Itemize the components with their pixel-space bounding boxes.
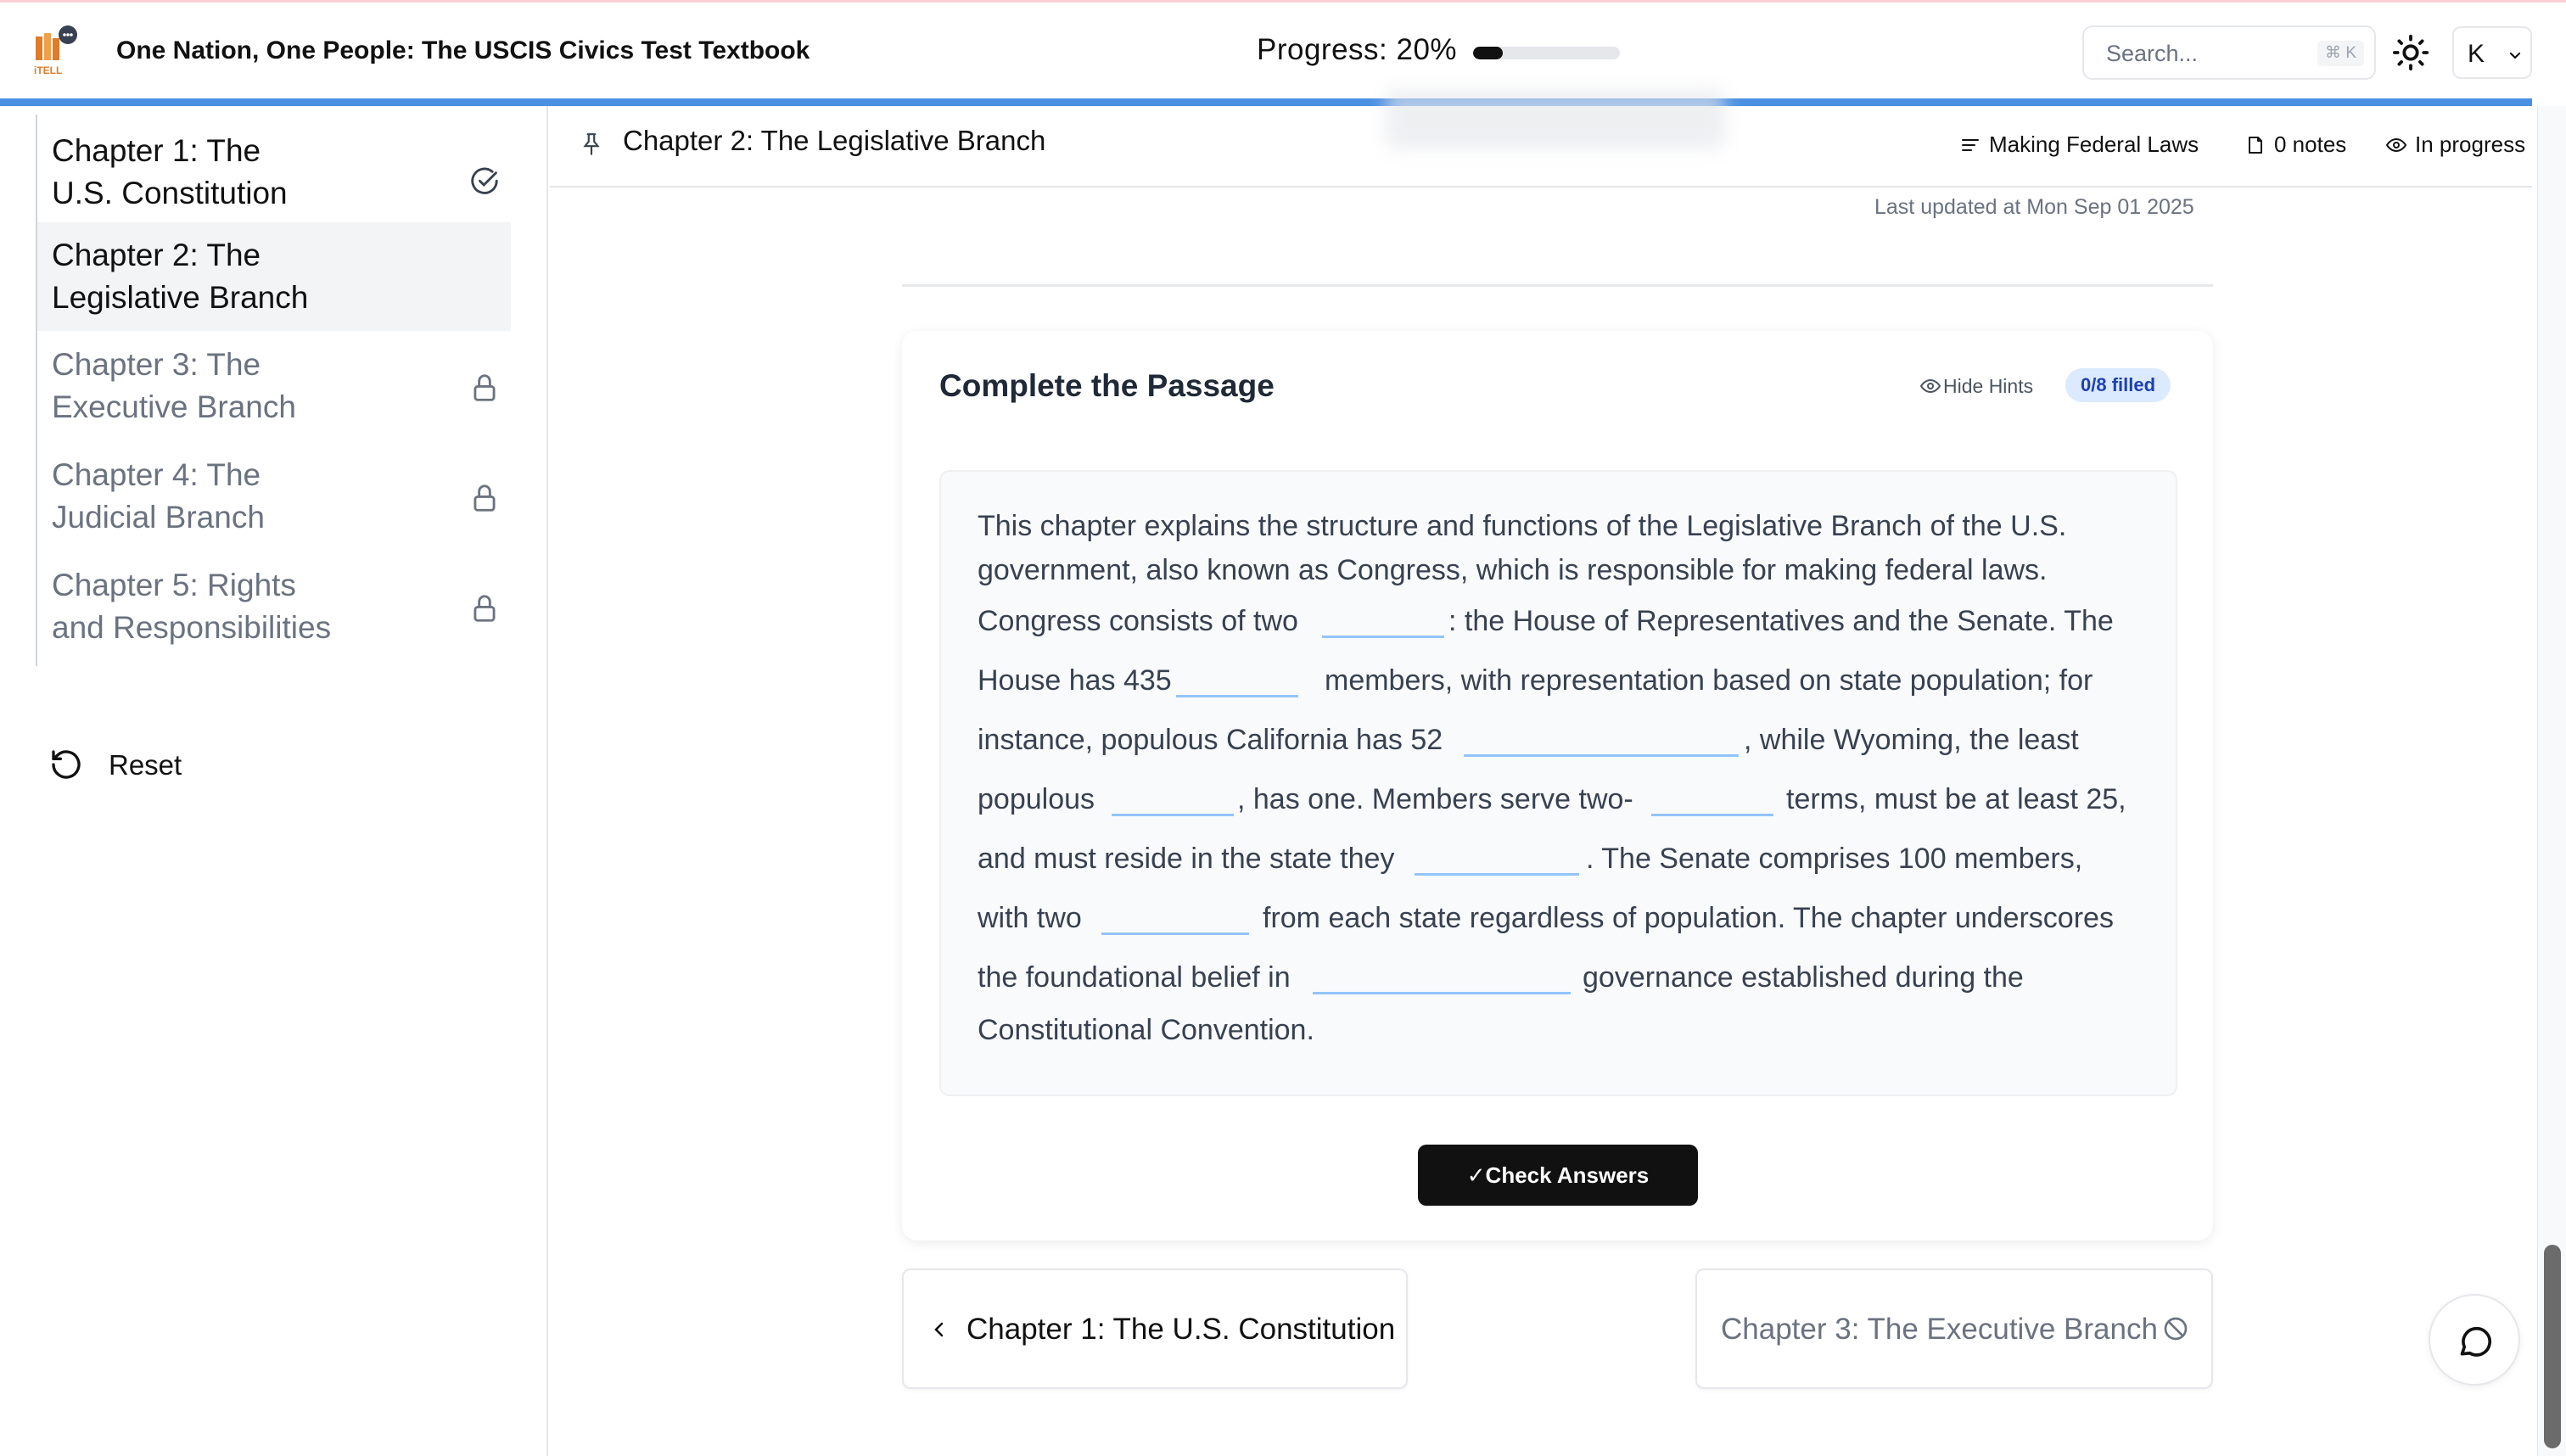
hide-hints-button[interactable]: Hide Hints xyxy=(1919,373,2038,399)
theme-toggle-button[interactable] xyxy=(2391,33,2430,72)
passage-text-segment: populous xyxy=(978,783,1095,815)
section-link[interactable]: Making Federal Laws xyxy=(1960,130,2215,159)
sidebar-item-chapter-2[interactable]: Chapter 2: The Legislative Branch xyxy=(37,222,511,331)
sidebar-item-label: Chapter 1: The U.S. Constitution xyxy=(52,133,288,210)
itell-logo[interactable]: iTELL xyxy=(32,25,80,79)
chapter-sidebar: Chapter 1: The U.S. Constitution Chapter… xyxy=(0,106,548,1456)
blank-input-7[interactable] xyxy=(1101,896,1249,935)
reset-label: Reset xyxy=(109,749,182,781)
status-indicator[interactable]: In progress xyxy=(2386,130,2535,159)
last-updated: Last updated at Mon Sep 01 2025 xyxy=(1874,195,2194,219)
check-answers-button[interactable]: ✓Check Answers xyxy=(1418,1145,1698,1206)
notes-link[interactable]: 0 notes xyxy=(2245,130,2356,159)
search-input[interactable] xyxy=(2106,39,2301,68)
passage-text-segment: , while Wyoming, the least xyxy=(1744,724,2079,756)
sidebar-item-label: Chapter 5: Rights and Responsibilities xyxy=(52,568,332,645)
passage-text-segment: . The Senate comprises 100 members, xyxy=(1586,843,2083,875)
reset-button[interactable]: Reset xyxy=(49,741,202,787)
next-chapter-button[interactable]: Chapter 3: The Executive Branch xyxy=(1695,1268,2213,1389)
passage-text-segment: House has 435 xyxy=(978,664,1172,697)
sidebar-item-chapter-3[interactable]: Chapter 3: The Executive Branch xyxy=(37,333,511,442)
status-label: In progress xyxy=(2415,132,2526,157)
sidebar-item-chapter-1[interactable]: Chapter 1: The U.S. Constitution xyxy=(37,123,511,221)
blurred-overlay xyxy=(1386,89,1725,148)
chevron-down-icon xyxy=(2509,52,2521,59)
passage-text-segment: the foundational belief in xyxy=(978,961,1291,994)
blank-input-6[interactable] xyxy=(1415,837,1579,876)
passage-text-segment: , has one. Members serve two- xyxy=(1237,783,1633,815)
sidebar-item-chapter-5[interactable]: Chapter 5: Rights and Responsibilities xyxy=(37,554,511,663)
lock-icon xyxy=(473,595,496,622)
passage-box: This chapter explains the structure and … xyxy=(939,470,2177,1096)
notes-count: 0 notes xyxy=(2274,132,2347,157)
top-header: iTELL One Nation, One People: The USCIS … xyxy=(0,0,2566,100)
eye-icon xyxy=(1919,378,1941,394)
exercise-card: Complete the Passage Hide Hints 0/8 fill… xyxy=(902,331,2213,1240)
reading-progress-line xyxy=(0,98,2532,106)
blank-input-3[interactable] xyxy=(1464,718,1739,757)
search-box[interactable]: ⌘ K xyxy=(2082,25,2376,80)
lock-icon xyxy=(473,484,496,512)
blank-input-1[interactable] xyxy=(1322,599,1444,638)
passage-text-segment: from each state regardless of population… xyxy=(1263,902,2114,934)
chapter-title: Chapter 2: The Legislative Branch xyxy=(623,125,1046,156)
search-shortcut-hint: ⌘ K xyxy=(2317,41,2364,66)
section-label: Making Federal Laws xyxy=(1989,132,2199,157)
check-circle-icon xyxy=(471,167,498,194)
passage-text-segment: and must reside in the state they xyxy=(978,843,1395,875)
sidebar-item-label: Chapter 4: The Judicial Branch xyxy=(52,457,265,535)
blank-input-8[interactable] xyxy=(1313,955,1571,994)
chat-bubble-icon xyxy=(2460,1326,2492,1357)
sidebar-item-chapter-4[interactable]: Chapter 4: The Judicial Branch xyxy=(37,444,511,552)
site-title[interactable]: One Nation, One People: The USCIS Civics… xyxy=(116,36,810,65)
list-icon xyxy=(1962,139,1979,151)
avatar: K xyxy=(2468,40,2485,68)
reset-icon xyxy=(52,750,81,779)
next-chapter-label: Chapter 3: The Executive Branch xyxy=(1721,1313,2158,1346)
passage-text-segment: : the House of Representatives and the S… xyxy=(1448,605,2114,637)
prev-chapter-label: Chapter 1: The U.S. Constitution xyxy=(966,1313,1396,1346)
hide-hints-label: Hide Hints xyxy=(1943,375,2034,397)
passage-text-segment: government, also known as Congress, whic… xyxy=(978,554,2048,586)
ban-icon xyxy=(2164,1317,2188,1341)
passage-text-segment: Constitutional Convention. xyxy=(978,1014,1314,1046)
sidebar-item-label: Chapter 2: The Legislative Branch xyxy=(52,238,309,315)
passage-text-segment: governance established during the xyxy=(1583,961,2024,994)
pin-icon[interactable] xyxy=(580,132,602,157)
blank-input-4[interactable] xyxy=(1112,777,1234,816)
chapter-header-bar: Chapter 2: The Legislative Branch Making… xyxy=(550,89,2535,188)
blank-input-2[interactable] xyxy=(1176,658,1298,697)
passage-text-segment: members, with representation based on st… xyxy=(1325,664,2093,697)
user-menu[interactable]: K xyxy=(2452,26,2532,79)
progress-label: Progress: 20% xyxy=(1257,33,1458,66)
blank-input-5[interactable] xyxy=(1651,777,1773,816)
chevron-left-icon xyxy=(934,1322,944,1337)
prev-chapter-button[interactable]: Chapter 1: The U.S. Constitution xyxy=(902,1268,1408,1389)
sidebar-item-label: Chapter 3: The Executive Branch xyxy=(52,347,296,424)
eye-icon xyxy=(2386,137,2406,153)
note-icon xyxy=(2249,137,2262,154)
passage-text-segment: This chapter explains the structure and … xyxy=(978,510,2067,542)
passage-text-segment: with two xyxy=(978,902,1082,934)
lock-icon xyxy=(473,374,496,401)
exercise-title: Complete the Passage xyxy=(939,368,1275,403)
content-divider xyxy=(902,284,2213,287)
sun-icon xyxy=(2392,34,2429,71)
passage-text-segment: Congress consists of two xyxy=(978,605,1298,637)
progress-bar-fill xyxy=(1473,47,1503,59)
passage-text-segment: instance, populous California has 52 xyxy=(978,724,1443,756)
chat-button[interactable] xyxy=(2429,1294,2520,1386)
logo-text: iTELL xyxy=(34,64,62,76)
scrollbar-thumb[interactable] xyxy=(2544,1245,2561,1448)
page-scrollbar[interactable] xyxy=(2537,106,2566,1456)
passage-text-segment: terms, must be at least 25, xyxy=(1786,783,2126,815)
filled-count-badge: 0/8 filled xyxy=(2065,368,2171,402)
progress-bar xyxy=(1473,47,1620,59)
